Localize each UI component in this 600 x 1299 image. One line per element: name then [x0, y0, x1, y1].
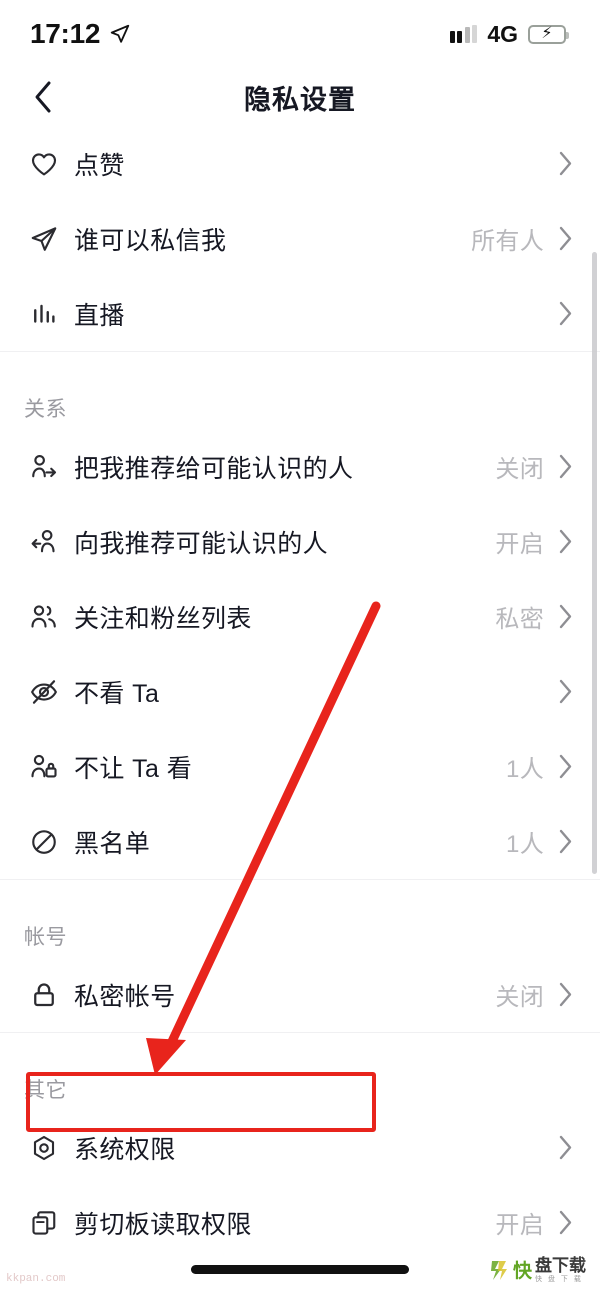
list-item-label: 直播	[74, 301, 125, 330]
back-button[interactable]	[22, 75, 66, 119]
list-item-clipboard-permission[interactable]: 剪切板读取权限 开启	[0, 1185, 600, 1260]
list-item-label: 不看 Ta	[74, 679, 160, 708]
list-item-dont-let-ta-see[interactable]: 不让 Ta 看 1人	[0, 729, 600, 804]
list-item-label: 把我推荐给可能认识的人	[74, 454, 354, 483]
person-receive-icon	[24, 522, 64, 562]
status-bar-left: 17:12	[30, 18, 131, 50]
system-permission-icon	[24, 1128, 64, 1168]
section-divider	[0, 1032, 600, 1054]
chevron-right-icon	[557, 453, 574, 480]
page-title: 隐私设置	[244, 84, 356, 115]
list-item-like[interactable]: 点赞	[0, 126, 600, 201]
section-divider	[0, 351, 600, 373]
list-item-live[interactable]: 直播	[0, 276, 600, 351]
chevron-right-icon	[557, 678, 574, 705]
section-header-relations: 关系	[24, 398, 67, 421]
section-header-other: 其它	[24, 1079, 67, 1102]
chevron-right-icon	[557, 981, 574, 1008]
list-item-private-account[interactable]: 私密帐号 关闭	[0, 957, 600, 1032]
list-item-label: 向我推荐可能认识的人	[74, 529, 329, 558]
nav-bar: 隐私设置	[0, 68, 600, 126]
watermark-mark: 快	[512, 1261, 532, 1282]
watermark-text-block: 盘下载 快 盘 下 载	[535, 1257, 586, 1283]
list-item-value: 开启	[495, 1212, 544, 1239]
person-share-icon	[24, 447, 64, 487]
list-item-label: 关注和粉丝列表	[74, 604, 252, 633]
chevron-right-icon	[557, 1209, 574, 1236]
person-lock-icon	[24, 747, 64, 787]
list-item-label: 私密帐号	[74, 982, 176, 1011]
list-item-value: 关闭	[495, 456, 544, 483]
two-people-icon	[24, 597, 64, 637]
chevron-right-icon	[557, 300, 574, 327]
list-item-label: 点赞	[74, 151, 125, 180]
list-item-label: 系统权限	[74, 1135, 176, 1164]
watermark-right: 快 盘下载 快 盘 下 载	[489, 1256, 586, 1283]
watermark-main: 盘下载	[535, 1255, 586, 1275]
network-type: 4G	[487, 20, 518, 47]
list-item-label: 黑名单	[74, 829, 151, 858]
chevron-right-icon	[557, 528, 574, 555]
list-item-recommend-me-to-others[interactable]: 把我推荐给可能认识的人 关闭	[0, 429, 600, 504]
kuaipan-logo-icon	[489, 1259, 509, 1281]
list-item-dont-see-ta[interactable]: 不看 Ta	[0, 654, 600, 729]
chevron-right-icon	[557, 603, 574, 630]
signal-dots-icon	[449, 25, 478, 43]
list-item-label: 谁可以私信我	[74, 226, 227, 255]
chevron-left-icon	[31, 80, 57, 114]
list-item-value: 开启	[495, 531, 544, 558]
chevron-right-icon	[557, 828, 574, 855]
status-bar-right: 4G ⚡	[449, 20, 569, 48]
lock-icon	[24, 975, 64, 1015]
list-item-value: 所有人	[471, 228, 544, 255]
chevron-right-icon	[557, 225, 574, 252]
list-item-value: 1人	[506, 756, 544, 783]
location-arrow-icon	[109, 23, 131, 45]
heart-icon	[24, 144, 64, 184]
list-item-label: 不让 Ta 看	[74, 754, 193, 783]
watermark-sub: 快 盘 下 载	[535, 1275, 583, 1283]
chevron-right-icon	[557, 1134, 574, 1161]
settings-list[interactable]: 点赞 谁可以私信我 所有人 直播 关系 把我推荐给可能认识的人 关闭 向我推荐可…	[0, 126, 600, 1276]
clipboard-icon	[24, 1203, 64, 1243]
home-indicator-bar	[191, 1265, 409, 1274]
paper-plane-icon	[24, 219, 64, 259]
section-header-account: 帐号	[24, 926, 67, 949]
bar-chart-icon	[24, 294, 64, 334]
list-item-following-followers[interactable]: 关注和粉丝列表 私密	[0, 579, 600, 654]
watermark-left: kkpan.com	[6, 1273, 66, 1285]
status-time: 17:12	[30, 18, 101, 49]
list-item-blocklist[interactable]: 黑名单 1人	[0, 804, 600, 879]
list-item-value: 1人	[506, 831, 544, 858]
list-item-label: 剪切板读取权限	[74, 1210, 252, 1239]
list-item-system-permissions[interactable]: 系统权限	[0, 1110, 600, 1185]
chevron-right-icon	[557, 753, 574, 780]
status-bar: 17:12 4G ⚡	[0, 0, 600, 68]
block-icon	[24, 822, 64, 862]
battery-charging-icon: ⚡	[528, 24, 569, 44]
list-item-who-can-dm[interactable]: 谁可以私信我 所有人	[0, 201, 600, 276]
section-divider	[0, 879, 600, 901]
vertical-scrollbar[interactable]	[592, 252, 597, 874]
list-item-value: 私密	[495, 606, 544, 633]
list-item-recommend-others-to-me[interactable]: 向我推荐可能认识的人 开启	[0, 504, 600, 579]
phone-screen: 17:12 4G ⚡ 隐私设置 点赞 谁可以私信我 所有人 直播 关系 把我推荐…	[0, 0, 600, 1299]
chevron-right-icon	[557, 150, 574, 177]
eye-off-icon	[24, 672, 64, 712]
list-item-value: 关闭	[495, 984, 544, 1011]
